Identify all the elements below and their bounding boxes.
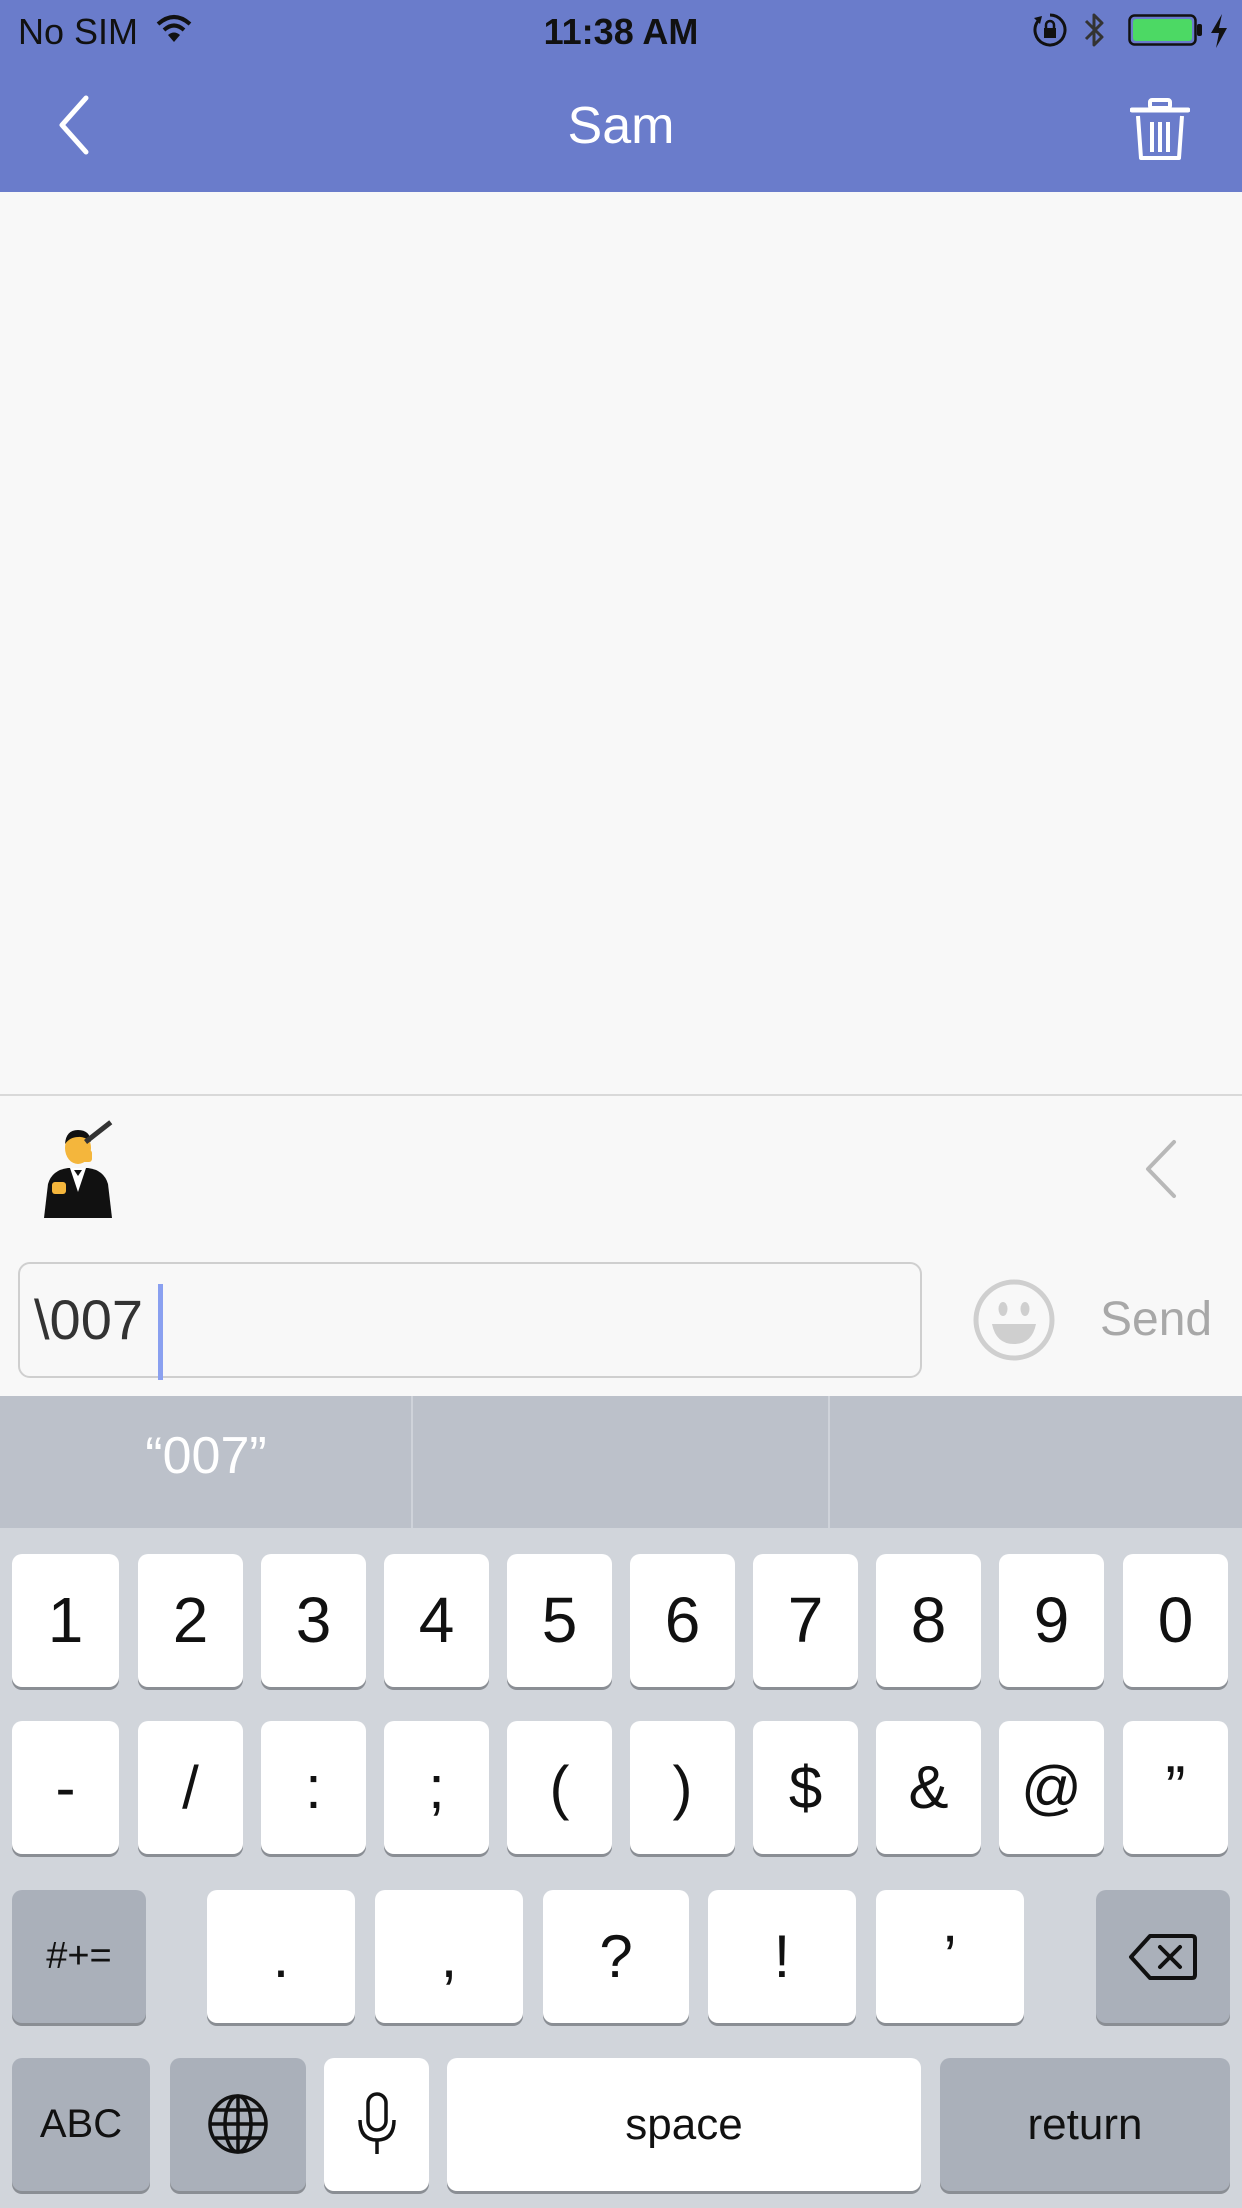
key-3[interactable]: 3 [261, 1554, 366, 1687]
bluetooth-icon [1084, 13, 1104, 47]
key-2[interactable]: 2 [138, 1554, 243, 1687]
suggestion-item[interactable]: “007” [0, 1426, 412, 1486]
key-7[interactable]: 7 [753, 1554, 858, 1687]
key-exclamation[interactable]: ! [708, 1890, 856, 2023]
key-ampersand[interactable]: & [876, 1721, 981, 1854]
globe-icon [208, 2094, 268, 2154]
abc-key[interactable]: ABC [12, 2058, 150, 2191]
key-dollar[interactable]: $ [753, 1721, 858, 1854]
message-input-value: \007 [34, 1288, 143, 1351]
delete-key[interactable] [1096, 1890, 1230, 2023]
trash-icon[interactable] [1130, 98, 1190, 162]
key-hyphen[interactable]: - [12, 1721, 119, 1854]
sticker-strip [0, 1094, 1242, 1248]
key-open-paren[interactable]: ( [507, 1721, 612, 1854]
key-colon[interactable]: : [261, 1721, 366, 1854]
charging-bolt-icon [1211, 14, 1227, 48]
key-4[interactable]: 4 [384, 1554, 489, 1687]
suggestion-item[interactable] [412, 1396, 828, 1528]
battery-icon [1128, 14, 1202, 46]
microphone-icon [357, 2092, 396, 2154]
suggestion-item[interactable] [830, 1396, 1242, 1528]
conversation-title: Sam [567, 97, 675, 155]
key-5[interactable]: 5 [507, 1554, 612, 1687]
collapse-chevron-icon[interactable] [1136, 1136, 1186, 1202]
emoji-face-icon[interactable] [972, 1278, 1056, 1362]
key-0[interactable]: 0 [1123, 1554, 1228, 1687]
text-cursor [158, 1284, 163, 1380]
key-8[interactable]: 8 [876, 1554, 981, 1687]
key-slash[interactable]: / [138, 1721, 243, 1854]
key-apostrophe[interactable]: ’ [876, 1890, 1024, 2023]
send-button[interactable]: Send [1100, 1290, 1212, 1350]
symbols-toggle-key[interactable]: #+= [12, 1890, 146, 2023]
backspace-icon [1129, 1934, 1197, 1980]
key-9[interactable]: 9 [999, 1554, 1104, 1687]
key-double-quote[interactable]: ” [1123, 1721, 1228, 1854]
key-6[interactable]: 6 [630, 1554, 735, 1687]
key-at[interactable]: @ [999, 1721, 1104, 1854]
return-key[interactable]: return [940, 2058, 1230, 2191]
rotation-lock-icon [1033, 13, 1067, 47]
message-list[interactable] [0, 192, 1242, 1092]
dictation-key[interactable] [324, 2058, 429, 2191]
key-question[interactable]: ? [543, 1890, 689, 2023]
key-close-paren[interactable]: ) [630, 1721, 735, 1854]
key-semicolon[interactable]: ; [384, 1721, 489, 1854]
key-period[interactable]: . [207, 1890, 355, 2023]
globe-key[interactable] [170, 2058, 306, 2191]
message-input[interactable] [18, 1262, 922, 1378]
space-key[interactable]: space [447, 2058, 921, 2191]
key-comma[interactable]: , [375, 1890, 523, 2023]
sticker-007-agent[interactable] [38, 1118, 118, 1218]
key-1[interactable]: 1 [12, 1554, 119, 1687]
